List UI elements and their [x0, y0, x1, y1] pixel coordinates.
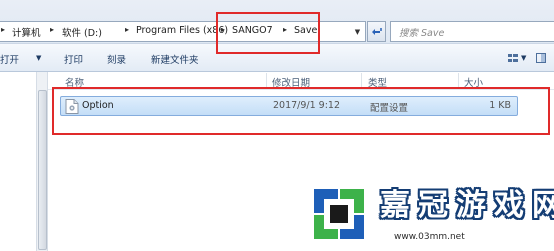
breadcrumb-separator[interactable]: ▸	[125, 25, 129, 34]
site-logo-icon	[312, 187, 366, 241]
file-highlight-box	[52, 87, 550, 135]
breadcrumb-separator[interactable]: ▸	[1, 25, 5, 34]
watermark-char: 冠	[418, 188, 448, 223]
preview-pane-icon[interactable]	[536, 53, 546, 63]
new-folder-button[interactable]: 新建文件夹	[151, 52, 199, 66]
watermark-url: www.03mm.net	[394, 232, 465, 242]
watermark-char: 网	[532, 188, 554, 223]
view-options-icon[interactable]	[508, 53, 518, 63]
path-highlight-box	[216, 12, 320, 54]
breadcrumb-program-files[interactable]: Program Files (x86)	[136, 25, 228, 36]
chevron-down-icon[interactable]: ▼	[350, 22, 365, 41]
breadcrumb-separator[interactable]: ▸	[50, 25, 54, 34]
watermark: 嘉 冠 游 戏 网 www.03mm.net	[306, 178, 554, 251]
burn-button[interactable]: 刻录	[107, 52, 126, 66]
watermark-char: 游	[456, 188, 486, 223]
nav-scrollbar-thumb[interactable]	[38, 90, 47, 250]
refresh-icon[interactable]	[367, 21, 386, 42]
nav-scrollbar[interactable]	[36, 72, 48, 251]
chevron-down-icon[interactable]: ▼	[521, 54, 526, 62]
open-button[interactable]: 打开	[0, 52, 19, 66]
breadcrumb-drive-d[interactable]: 软件 (D:)	[62, 25, 102, 39]
search-placeholder: 搜索 Save	[399, 28, 445, 39]
print-button[interactable]: 打印	[64, 52, 83, 66]
watermark-char: 嘉	[380, 188, 410, 223]
search-input[interactable]: 搜索 Save	[390, 21, 554, 42]
breadcrumb-computer[interactable]: 计算机	[12, 25, 41, 39]
watermark-title: 嘉 冠 游 戏 网	[378, 188, 554, 228]
watermark-char: 戏	[494, 188, 524, 223]
chevron-down-icon[interactable]: ▼	[36, 54, 41, 62]
